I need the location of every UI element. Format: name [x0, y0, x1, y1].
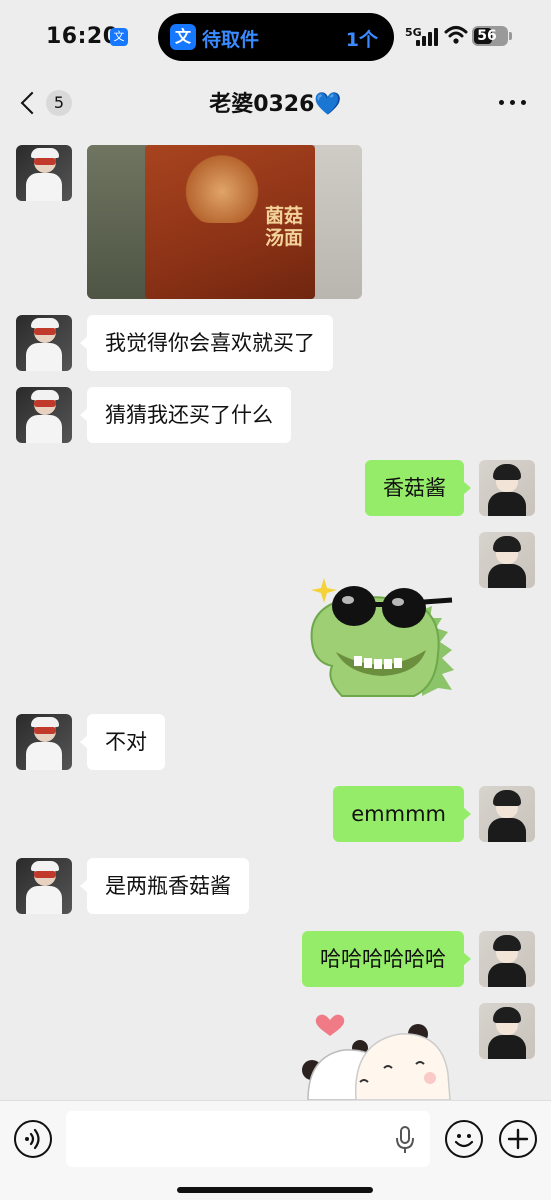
photo-package-text: 菌菇汤面	[264, 205, 303, 249]
message-bubble-outgoing[interactable]: 香菇酱	[365, 460, 471, 516]
message-bubble-outgoing[interactable]: 哈哈哈哈哈哈	[302, 931, 471, 987]
my-avatar[interactable]	[479, 532, 535, 588]
emoji-icon	[454, 1134, 474, 1148]
contact-avatar[interactable]	[16, 315, 72, 371]
status-time: 16:20	[46, 24, 119, 49]
emoji-button[interactable]	[445, 1120, 483, 1158]
wifi-icon	[444, 26, 468, 44]
more-button[interactable]	[497, 88, 529, 116]
chat-title: 老婆0326💙	[209, 92, 342, 117]
voice-button[interactable]	[14, 1120, 52, 1158]
contact-avatar[interactable]	[16, 387, 72, 443]
contact-avatar[interactable]	[16, 145, 72, 201]
message-bubble-outgoing[interactable]: emmmm	[333, 786, 471, 842]
message-bubble-incoming[interactable]: 不对	[80, 714, 165, 770]
island-count: 1个	[345, 29, 378, 51]
status-bar: 16:20 文 文 待取件 1个 5G 56	[0, 0, 551, 76]
voice-icon	[25, 1128, 40, 1150]
battery-level: 56	[477, 28, 497, 44]
island-label: 待取件	[202, 29, 260, 51]
my-avatar[interactable]	[479, 1003, 535, 1059]
chat-header: 5 老婆0326💙	[0, 76, 551, 132]
more-icon	[499, 100, 504, 105]
my-avatar[interactable]	[479, 786, 535, 842]
home-indicator	[177, 1187, 373, 1193]
alipay-small-icon: 文	[110, 28, 128, 46]
message-bubble-incoming[interactable]: 是两瓶香菇酱	[80, 858, 249, 914]
my-avatar[interactable]	[479, 931, 535, 987]
signal-icon	[416, 26, 438, 46]
message-bubble-incoming[interactable]: 猜猜我还买了什么	[80, 387, 291, 443]
plus-icon	[507, 1128, 529, 1150]
photo-message[interactable]: 菌菇汤面	[87, 145, 362, 299]
dynamic-island-live-activity[interactable]: 文 待取件 1个	[158, 13, 394, 61]
dinosaur-sticker[interactable]	[302, 570, 464, 698]
bear-sticker[interactable]	[300, 1008, 460, 1100]
more-functions-button[interactable]	[499, 1120, 537, 1158]
my-avatar[interactable]	[479, 460, 535, 516]
battery-icon: 56	[472, 26, 512, 46]
input-bar	[0, 1100, 551, 1200]
contact-avatar[interactable]	[16, 858, 72, 914]
mic-icon[interactable]	[395, 1126, 415, 1154]
message-input[interactable]	[66, 1111, 430, 1167]
contact-avatar[interactable]	[16, 714, 72, 770]
message-bubble-incoming[interactable]: 我觉得你会喜欢就买了	[80, 315, 333, 371]
alipay-icon: 文	[170, 24, 196, 50]
